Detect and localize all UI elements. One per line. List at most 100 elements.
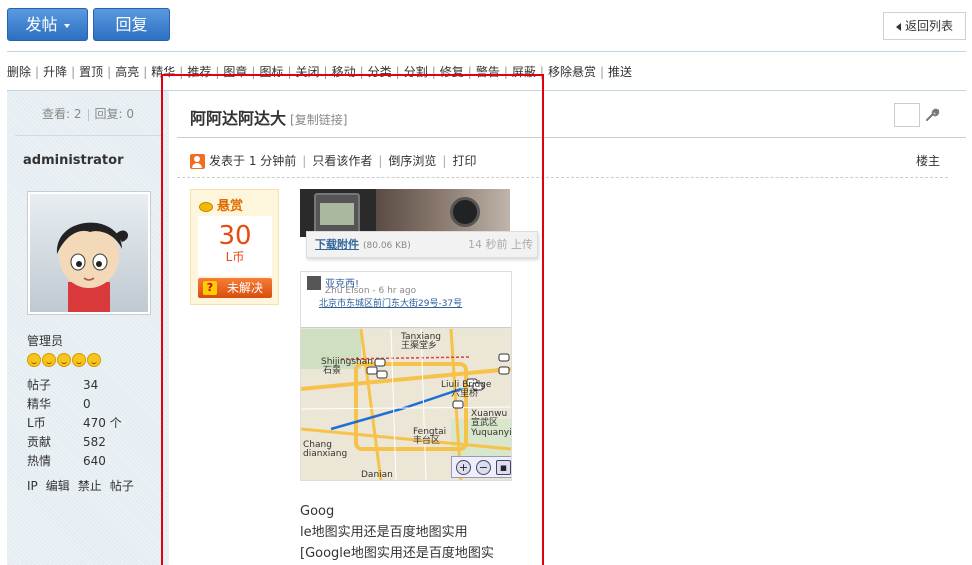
mod-action-link[interactable]: 警告 (476, 65, 500, 79)
avatar[interactable] (27, 191, 151, 315)
unsolved-label: 未解决 (226, 281, 263, 295)
stat-value[interactable]: 34 (83, 378, 98, 392)
author-group[interactable]: 管理员 (27, 332, 63, 349)
print-link[interactable]: 打印 (452, 154, 476, 168)
zoom-out-icon[interactable]: − (476, 460, 491, 475)
avatar-image (56, 222, 129, 312)
separator: | (35, 65, 40, 79)
question-icon: ? (203, 281, 217, 295)
map-poster-meta: Zhu Elson - 6 hr ago (325, 286, 417, 296)
separator: | (143, 65, 148, 79)
author-action-link[interactable]: IP (27, 479, 38, 493)
mod-action-link[interactable]: 图标 (259, 65, 283, 79)
reply-button-label: 回复 (115, 15, 148, 34)
reward-unit: L币 (225, 250, 245, 264)
post-text-line: le地图实用还是百度地图实用 (300, 525, 468, 540)
reward-label: 悬赏 (217, 199, 244, 214)
stat-value[interactable]: 0 (83, 397, 91, 411)
stat-key[interactable]: 帖子 (27, 376, 83, 395)
stat-value[interactable]: 470 个 (83, 416, 122, 430)
stat-key[interactable]: 精华 (27, 395, 83, 414)
post-title: 阿阿达阿达大 [复制链接] (190, 105, 347, 129)
map-label: 丰台区 (413, 434, 440, 446)
mod-action-link[interactable]: 关闭 (296, 65, 320, 79)
mod-action-link[interactable]: 置顶 (79, 65, 103, 79)
map-post-header: 亚克西! Zhu Elson - 6 hr ago 北京市东城区前门东大街29号… (301, 272, 511, 328)
separator: | (599, 65, 604, 79)
reverse-order-link[interactable]: 倒序浏览 (388, 154, 436, 168)
map-label: 王渠堂乡 (401, 339, 437, 351)
attachment-photo[interactable] (300, 189, 510, 237)
reply-button[interactable]: 回复 (93, 8, 170, 41)
poster-avatar (307, 276, 321, 290)
separator: | (395, 65, 400, 79)
views-count: 2 (73, 107, 82, 121)
mod-action-link[interactable]: 精华 (151, 65, 175, 79)
wrench-icon[interactable] (924, 107, 940, 123)
toolbar-divider (7, 51, 966, 52)
back-to-list-label: 返回列表 (904, 19, 953, 33)
views-label: 查看: (41, 107, 71, 121)
mod-action-link[interactable]: 图章 (223, 65, 247, 79)
floor-label[interactable]: 楼主 (916, 152, 940, 169)
smiley-icon (57, 353, 71, 367)
upload-time: 14 秒前 上传 (468, 238, 533, 251)
mod-action-link[interactable]: 分割 (404, 65, 428, 79)
separator: | (323, 65, 328, 79)
back-to-list-button[interactable]: 返回列表 (883, 12, 966, 40)
mod-action-link[interactable]: 屏蔽 (512, 65, 536, 79)
mod-action-link[interactable]: 移除悬赏 (548, 65, 596, 79)
chevron-left-icon (895, 22, 901, 31)
map-label: 石景 (323, 365, 341, 376)
save-icon[interactable]: ▪ (496, 460, 511, 475)
separator: | (215, 65, 220, 79)
stat-key[interactable]: 贡献 (27, 433, 83, 452)
map-controls: + − ▪ ▾ (451, 456, 511, 478)
download-attachment-link[interactable]: 下载附件 (315, 238, 359, 251)
smiley-icon (27, 353, 41, 367)
title-checkbox[interactable] (894, 103, 920, 127)
posted-label: 发表于 (209, 154, 246, 168)
stat-key[interactable]: L币 (27, 414, 83, 433)
post-time: 1 分钟前 (248, 154, 297, 168)
chevron-down-icon (63, 23, 70, 28)
coin-icon (199, 201, 213, 212)
mod-action-link[interactable]: 删除 (7, 65, 31, 79)
thread-stats: 查看: 2 回复: 0 (7, 105, 169, 122)
copy-link[interactable]: [复制链接] (290, 113, 347, 127)
zoom-in-icon[interactable]: + (456, 460, 471, 475)
only-author-link[interactable]: 只看该作者 (312, 154, 372, 168)
user-icon (190, 154, 205, 169)
stat-key[interactable]: 热情 (27, 452, 83, 471)
mod-action-link[interactable]: 移动 (332, 65, 356, 79)
post-button[interactable]: 发帖 (7, 8, 88, 41)
mod-action-link[interactable]: 修复 (440, 65, 464, 79)
mod-action-link[interactable]: 高亮 (115, 65, 139, 79)
author-action-link[interactable]: 禁止 (78, 479, 102, 493)
mod-action-link[interactable]: 分类 (368, 65, 392, 79)
unsolved-badge: ? 未解决 (198, 278, 272, 298)
reward-header: 悬赏 (199, 195, 243, 214)
replies-count: 0 (126, 107, 135, 121)
map-screenshot[interactable]: 亚克西! Zhu Elson - 6 hr ago 北京市东城区前门东大街29号… (300, 271, 512, 481)
rank-stars (27, 353, 102, 370)
separator: | (503, 65, 508, 79)
mod-action-link[interactable]: 推送 (608, 65, 632, 79)
stat-value[interactable]: 582 (83, 435, 106, 449)
author-name[interactable]: administrator (23, 153, 123, 168)
separator: | (179, 65, 184, 79)
reward-amount: 30 L币 (198, 216, 272, 276)
map-address: 北京市东城区前门东大街29号-37号 (319, 299, 463, 309)
stat-value[interactable]: 640 (83, 454, 106, 468)
map-label: dianxiang (303, 449, 347, 459)
post-text-line: [Google地图实用还是百度地图实 (300, 546, 494, 561)
meta-divider (177, 177, 948, 178)
author-action-link[interactable]: 编辑 (46, 479, 70, 493)
mod-action-link[interactable]: 升降 (43, 65, 67, 79)
author-action-link[interactable]: 帖子 (110, 479, 134, 493)
smiley-icon (87, 353, 101, 367)
author-actions: IP 编辑 禁止 帖子 (27, 477, 142, 494)
mod-action-link[interactable]: 推荐 (187, 65, 211, 79)
separator: | (539, 65, 544, 79)
author-stat-row: 精华 0 (27, 395, 122, 414)
